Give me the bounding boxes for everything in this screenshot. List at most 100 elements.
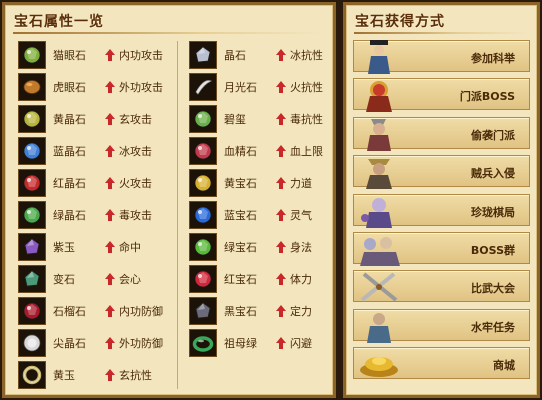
title-divider xyxy=(354,32,529,34)
gem-row: 黄玉 玄抗性 xyxy=(18,359,178,391)
cat-eye-gem-icon xyxy=(18,41,46,69)
up-arrow-icon xyxy=(105,241,115,253)
gem-attribute: 冰抗性 xyxy=(290,49,323,62)
up-arrow-icon xyxy=(276,113,286,125)
up-arrow-icon xyxy=(105,369,115,381)
gem-row: 蓝晶石 冰攻击 xyxy=(18,135,178,167)
gem-row: 血精石 血上限 xyxy=(189,135,349,167)
obtain-method-item[interactable]: 水牢任务 xyxy=(353,307,530,343)
gem-name: 石榴石 xyxy=(53,305,86,318)
gem-name: 黄晶石 xyxy=(53,113,86,126)
gem-attribute: 命中 xyxy=(119,241,141,254)
obtain-method-item[interactable]: BOSS群 xyxy=(353,230,530,266)
yellow-sapphire-gem-icon xyxy=(189,169,217,197)
black-gem-icon xyxy=(189,297,217,325)
gem-attribute: 玄抗性 xyxy=(119,369,152,382)
up-arrow-icon xyxy=(276,337,286,349)
up-arrow-icon xyxy=(276,241,286,253)
obtain-method-item[interactable]: 贼兵入侵 xyxy=(353,153,530,190)
up-arrow-icon xyxy=(105,305,115,317)
obtain-method-label: 比武大会 xyxy=(471,282,515,296)
chess-master-icon xyxy=(356,192,402,228)
obtain-method-item[interactable]: 商城 xyxy=(353,345,530,381)
obtain-method-label: 商城 xyxy=(493,359,515,373)
spinel-gem-icon xyxy=(18,329,46,357)
gem-attribute: 会心 xyxy=(119,273,141,286)
green-crystal-gem-icon xyxy=(18,201,46,229)
up-arrow-icon xyxy=(105,273,115,285)
obtain-method-label: 珍珑棋局 xyxy=(471,205,515,219)
gem-row: 红晶石 火攻击 xyxy=(18,167,178,199)
gem-row: 碧玺 毒抗性 xyxy=(189,103,349,135)
gem-row: 黄晶石 玄攻击 xyxy=(18,103,178,135)
prison-quest-icon xyxy=(356,307,402,343)
gem-name: 绿宝石 xyxy=(224,241,257,254)
gem-row: 绿宝石 身法 xyxy=(189,231,349,263)
gem-attribute: 玄攻击 xyxy=(119,113,152,126)
up-arrow-icon xyxy=(276,273,286,285)
obtain-method-item[interactable]: 比武大会 xyxy=(353,268,530,304)
obtain-method-label: 参加科举 xyxy=(471,52,515,65)
tiger-eye-gem-icon xyxy=(18,73,46,101)
obtain-method-item[interactable]: 珍珑棋局 xyxy=(353,192,530,228)
raider-icon xyxy=(356,115,402,151)
obtain-methods-list: 参加科举门派BOSS 偷袭门派贼兵入侵珍珑棋局 BOSS群比武大会水牢任务商城 xyxy=(353,40,530,386)
up-arrow-icon xyxy=(105,49,115,61)
obtain-method-item[interactable]: 偷袭门派 xyxy=(353,115,530,151)
up-arrow-icon xyxy=(105,113,115,125)
scholar-official-icon xyxy=(356,38,402,74)
ruby-gem-icon xyxy=(189,265,217,293)
bloodstone-gem-icon xyxy=(189,137,217,165)
obtain-method-item[interactable]: 门派BOSS xyxy=(353,78,530,113)
gem-name: 蓝宝石 xyxy=(224,209,257,222)
gem-name: 红晶石 xyxy=(53,177,86,190)
jade-bangle-icon xyxy=(189,329,217,357)
gem-attribute: 毒抗性 xyxy=(290,113,323,126)
title-divider xyxy=(13,32,325,34)
gem-attribute: 内功防御 xyxy=(119,305,163,318)
crossed-swords-icon xyxy=(356,268,402,304)
gem-list-right: 晶石 冰抗性月光石 火抗性碧玺 毒抗性 血精石 血上限黄宝石 力道蓝宝石 灵气绿宝石 身法红宝石… xyxy=(189,39,349,359)
gem-obtain-panel: 宝石获得方式 参加科举 门派BOSS 偷袭门派 贼兵入侵 珍珑棋局 BOSS群 比武大会 水牢… xyxy=(343,2,540,398)
gem-name: 猫眼石 xyxy=(53,49,86,62)
gem-row: 尖晶石 外功防御 xyxy=(18,327,178,359)
gem-row: 蓝宝石 灵气 xyxy=(189,199,349,231)
bandit-soldier-icon xyxy=(356,153,402,190)
sapphire-gem-icon xyxy=(189,201,217,229)
crystal-gem-icon xyxy=(189,41,217,69)
gem-attribute: 火抗性 xyxy=(290,81,323,94)
yellow-crystal-gem-icon xyxy=(18,105,46,133)
obtain-method-label: 贼兵入侵 xyxy=(471,167,515,181)
gem-name: 蓝晶石 xyxy=(53,145,86,158)
up-arrow-icon xyxy=(276,305,286,317)
gem-name: 红宝石 xyxy=(224,273,257,286)
gem-name: 月光石 xyxy=(224,81,257,94)
obtain-method-item[interactable]: 参加科举 xyxy=(353,38,530,74)
gem-name: 绿晶石 xyxy=(53,209,86,222)
gem-attribute: 体力 xyxy=(290,273,312,286)
up-arrow-icon xyxy=(276,145,286,157)
gem-name: 黄宝石 xyxy=(224,177,257,190)
up-arrow-icon xyxy=(105,209,115,221)
gem-attribute: 闪避 xyxy=(290,337,312,350)
gem-attribute: 力道 xyxy=(290,177,312,190)
moonstone-gem-icon xyxy=(189,73,217,101)
boss-group-icon xyxy=(356,230,402,266)
up-arrow-icon xyxy=(276,49,286,61)
gem-name: 尖晶石 xyxy=(53,337,86,350)
gem-name: 紫玉 xyxy=(53,241,75,254)
gem-attribute: 灵气 xyxy=(290,209,312,222)
up-arrow-icon xyxy=(276,177,286,189)
gem-row: 晶石 冰抗性 xyxy=(189,39,349,71)
gem-name: 变石 xyxy=(53,273,75,286)
obtain-method-label: BOSS群 xyxy=(470,243,515,257)
up-arrow-icon xyxy=(105,145,115,157)
obtain-method-label: 门派BOSS xyxy=(459,90,515,104)
red-crystal-gem-icon xyxy=(18,169,46,197)
gem-list-left: 猫眼石 内功攻击 虎眼石 外功攻击 黄晶石 玄攻击 蓝晶石 冰攻击 红晶石 火攻击 绿晶石 毒攻击 紫玉… xyxy=(18,39,178,391)
emerald-gem-icon xyxy=(189,233,217,261)
up-arrow-icon xyxy=(276,81,286,93)
gem-row: 变石 会心 xyxy=(18,263,178,295)
gem-name: 黄玉 xyxy=(53,369,75,382)
gold-ingot-icon xyxy=(356,345,402,381)
